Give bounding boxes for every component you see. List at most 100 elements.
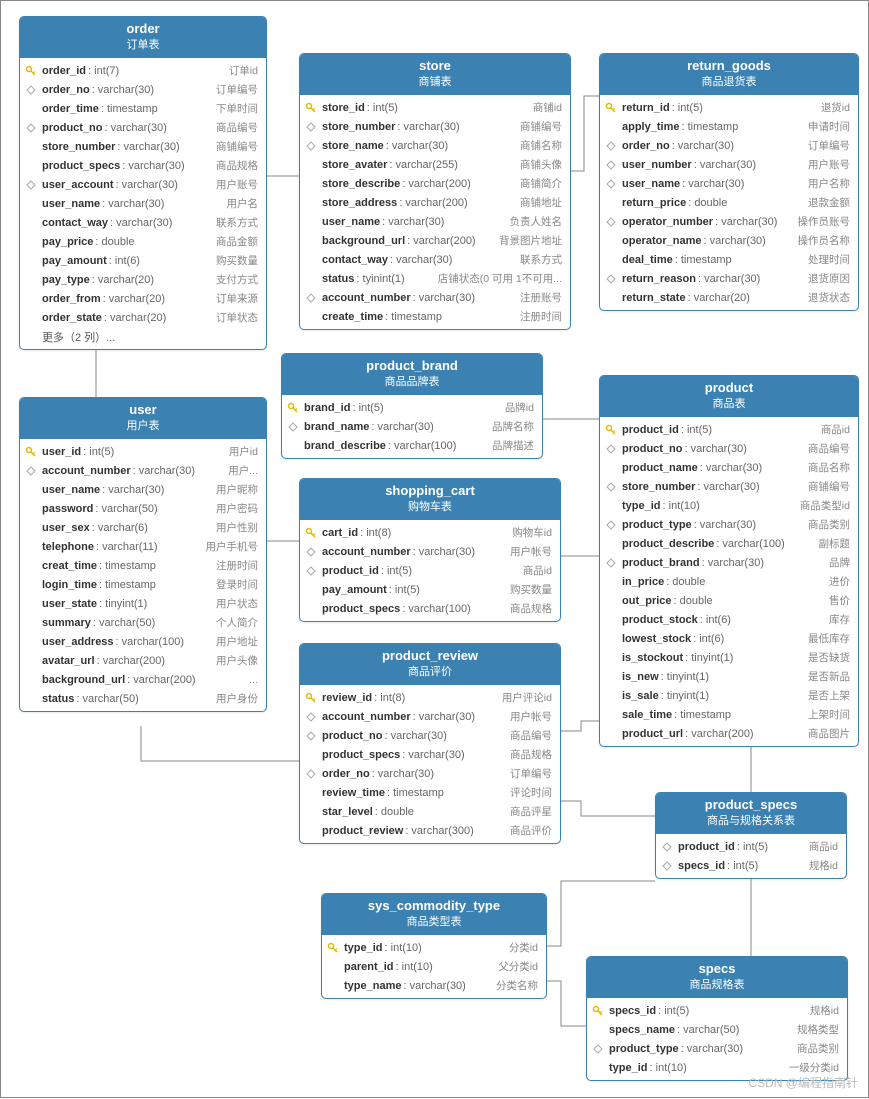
entity-sys_commodity_type[interactable]: sys_commodity_type商品类型表type_id: int(10)分… bbox=[321, 893, 547, 999]
field-row[interactable]: pay_amount: int(5)购买数量 bbox=[300, 580, 560, 599]
field-row[interactable]: password: varchar(50)用户密码 bbox=[20, 499, 266, 518]
more-row[interactable]: 更多（2 列）... bbox=[20, 327, 266, 346]
field-row[interactable]: background_url: varchar(200)... bbox=[20, 670, 266, 689]
field-row[interactable]: apply_time: timestamp申请时间 bbox=[600, 117, 858, 136]
field-row[interactable]: account_number: varchar(30)用户... bbox=[20, 461, 266, 480]
entity-specs[interactable]: specs商品规格表specs_id: int(5)规格idspecs_name… bbox=[586, 956, 848, 1081]
field-row[interactable]: telephone: varchar(11)用户手机号 bbox=[20, 537, 266, 556]
field-row[interactable]: store_id: int(5)商铺id bbox=[300, 98, 570, 117]
field-row[interactable]: product_review: varchar(300)商品评价 bbox=[300, 821, 560, 840]
field-row[interactable]: background_url: varchar(200)背景图片地址 bbox=[300, 231, 570, 250]
field-row[interactable]: return_state: varchar(20)退货状态 bbox=[600, 288, 858, 307]
field-row[interactable]: store_number: varchar(30)商铺编号 bbox=[600, 477, 858, 496]
field-row[interactable]: store_address: varchar(200)商铺地址 bbox=[300, 193, 570, 212]
field-row[interactable]: create_time: timestamp注册时间 bbox=[300, 307, 570, 326]
field-row[interactable]: account_number: varchar(30)用户帐号 bbox=[300, 707, 560, 726]
field-row[interactable]: user_account: varchar(30)用户账号 bbox=[20, 175, 266, 194]
field-row[interactable]: brand_id: int(5)品牌id bbox=[282, 398, 542, 417]
field-row[interactable]: is_stockout: tinyint(1)是否缺货 bbox=[600, 648, 858, 667]
field-row[interactable]: summary: varchar(50)个人简介 bbox=[20, 613, 266, 632]
entity-shopping_cart[interactable]: shopping_cart购物车表cart_id: int(8)购物车idacc… bbox=[299, 478, 561, 622]
field-row[interactable]: specs_id: int(5)规格id bbox=[587, 1001, 847, 1020]
field-row[interactable]: cart_id: int(8)购物车id bbox=[300, 523, 560, 542]
field-row[interactable]: order_no: varchar(30)订单编号 bbox=[600, 136, 858, 155]
field-row[interactable]: user_name: varchar(30)负责人姓名 bbox=[300, 212, 570, 231]
field-row[interactable]: operator_number: varchar(30)操作员账号 bbox=[600, 212, 858, 231]
field-row[interactable]: product_id: int(5)商品id bbox=[600, 420, 858, 439]
field-row[interactable]: product_type: varchar(30)商品类别 bbox=[587, 1039, 847, 1058]
field-row[interactable]: order_state: varchar(20)订单状态 bbox=[20, 308, 266, 327]
field-row[interactable]: specs_name: varchar(50)规格类型 bbox=[587, 1020, 847, 1039]
field-row[interactable]: store_number: varchar(30)商铺编号 bbox=[300, 117, 570, 136]
field-row[interactable]: operator_name: varchar(30)操作员名称 bbox=[600, 231, 858, 250]
field-row[interactable]: deal_time: timestamp处理时间 bbox=[600, 250, 858, 269]
field-row[interactable]: order_id: int(7)订单id bbox=[20, 61, 266, 80]
field-row[interactable]: product_specs: varchar(30)商品规格 bbox=[300, 745, 560, 764]
field-row[interactable]: order_time: timestamp下单时间 bbox=[20, 99, 266, 118]
field-row[interactable]: brand_describe: varchar(100)品牌描述 bbox=[282, 436, 542, 455]
field-row[interactable]: product_specs: varchar(100)商品规格 bbox=[300, 599, 560, 618]
field-row[interactable]: product_id: int(5)商品id bbox=[656, 837, 846, 856]
field-row[interactable]: order_from: varchar(20)订单来源 bbox=[20, 289, 266, 308]
field-row[interactable]: star_level: double商品评星 bbox=[300, 802, 560, 821]
field-row[interactable]: specs_id: int(5)规格id bbox=[656, 856, 846, 875]
entity-order[interactable]: order订单表order_id: int(7)订单idorder_no: va… bbox=[19, 16, 267, 350]
field-row[interactable]: in_price: double进价 bbox=[600, 572, 858, 591]
field-row[interactable]: product_brand: varchar(30)品牌 bbox=[600, 553, 858, 572]
field-row[interactable]: parent_id: int(10)父分类id bbox=[322, 957, 546, 976]
field-row[interactable]: product_no: varchar(30)商品编号 bbox=[20, 118, 266, 137]
field-row[interactable]: user_state: tinyint(1)用户状态 bbox=[20, 594, 266, 613]
field-row[interactable]: store_name: varchar(30)商铺名称 bbox=[300, 136, 570, 155]
field-row[interactable]: return_reason: varchar(30)退货原因 bbox=[600, 269, 858, 288]
field-row[interactable]: pay_type: varchar(20)支付方式 bbox=[20, 270, 266, 289]
field-row[interactable]: review_time: timestamp评论时间 bbox=[300, 783, 560, 802]
field-row[interactable]: product_name: varchar(30)商品名称 bbox=[600, 458, 858, 477]
field-row[interactable]: product_no: varchar(30)商品编号 bbox=[300, 726, 560, 745]
entity-store[interactable]: store商铺表store_id: int(5)商铺idstore_number… bbox=[299, 53, 571, 330]
field-row[interactable]: brand_name: varchar(30)品牌名称 bbox=[282, 417, 542, 436]
field-row[interactable]: sale_time: timestamp上架时间 bbox=[600, 705, 858, 724]
field-row[interactable]: user_name: varchar(30)用户昵称 bbox=[20, 480, 266, 499]
entity-product_review[interactable]: product_review商品评价review_id: int(8)用户评论i… bbox=[299, 643, 561, 844]
field-row[interactable]: product_type: varchar(30)商品类别 bbox=[600, 515, 858, 534]
field-row[interactable]: user_number: varchar(30)用户账号 bbox=[600, 155, 858, 174]
entity-product[interactable]: product商品表product_id: int(5)商品idproduct_… bbox=[599, 375, 859, 747]
field-row[interactable]: product_no: varchar(30)商品编号 bbox=[600, 439, 858, 458]
field-row[interactable]: is_new: tinyint(1)是否新品 bbox=[600, 667, 858, 686]
field-row[interactable]: store_avater: varchar(255)商铺头像 bbox=[300, 155, 570, 174]
field-row[interactable]: order_no: varchar(30)订单编号 bbox=[20, 80, 266, 99]
field-row[interactable]: account_number: varchar(30)用户帐号 bbox=[300, 542, 560, 561]
field-row[interactable]: product_describe: varchar(100)副标题 bbox=[600, 534, 858, 553]
field-row[interactable]: creat_time: timestamp注册时间 bbox=[20, 556, 266, 575]
field-row[interactable]: return_id: int(5)退货id bbox=[600, 98, 858, 117]
field-row[interactable]: type_name: varchar(30)分类名称 bbox=[322, 976, 546, 995]
field-row[interactable]: user_name: varchar(30)用户名 bbox=[20, 194, 266, 213]
field-row[interactable]: avatar_url: varchar(200)用户头像 bbox=[20, 651, 266, 670]
field-row[interactable]: contact_way: varchar(30)联系方式 bbox=[20, 213, 266, 232]
field-row[interactable]: login_time: timestamp登录时间 bbox=[20, 575, 266, 594]
entity-product_specs[interactable]: product_specs商品与规格关系表product_id: int(5)商… bbox=[655, 792, 847, 879]
field-row[interactable]: store_number: varchar(30)商铺编号 bbox=[20, 137, 266, 156]
field-row[interactable]: status: tyinint(1)店铺状态(0 可用 1不可用... bbox=[300, 269, 570, 288]
entity-product_brand[interactable]: product_brand商品品牌表brand_id: int(5)品牌idbr… bbox=[281, 353, 543, 459]
field-row[interactable]: product_stock: int(6)库存 bbox=[600, 610, 858, 629]
field-row[interactable]: user_address: varchar(100)用户地址 bbox=[20, 632, 266, 651]
field-row[interactable]: user_id: int(5)用户id bbox=[20, 442, 266, 461]
entity-return_goods[interactable]: return_goods商品退货表return_id: int(5)退货idap… bbox=[599, 53, 859, 311]
field-row[interactable]: is_sale: tinyint(1)是否上架 bbox=[600, 686, 858, 705]
field-row[interactable]: lowest_stock: int(6)最低库存 bbox=[600, 629, 858, 648]
field-row[interactable]: status: varchar(50)用户身份 bbox=[20, 689, 266, 708]
field-row[interactable]: type_id: int(10)分类id bbox=[322, 938, 546, 957]
field-row[interactable]: order_no: varchar(30)订单编号 bbox=[300, 764, 560, 783]
field-row[interactable]: user_name: varchar(30)用户名称 bbox=[600, 174, 858, 193]
field-row[interactable]: user_sex: varchar(6)用户性别 bbox=[20, 518, 266, 537]
field-row[interactable]: account_number: varchar(30)注册账号 bbox=[300, 288, 570, 307]
field-row[interactable]: product_specs: varchar(30)商品规格 bbox=[20, 156, 266, 175]
field-row[interactable]: return_price: double退款金额 bbox=[600, 193, 858, 212]
field-row[interactable]: pay_price: double商品金额 bbox=[20, 232, 266, 251]
field-row[interactable]: out_price: double售价 bbox=[600, 591, 858, 610]
field-row[interactable]: pay_amount: int(6)购买数量 bbox=[20, 251, 266, 270]
field-row[interactable]: type_id: int(10)商品类型id bbox=[600, 496, 858, 515]
field-row[interactable]: store_describe: varchar(200)商铺简介 bbox=[300, 174, 570, 193]
field-row[interactable]: product_url: varchar(200)商品图片 bbox=[600, 724, 858, 743]
